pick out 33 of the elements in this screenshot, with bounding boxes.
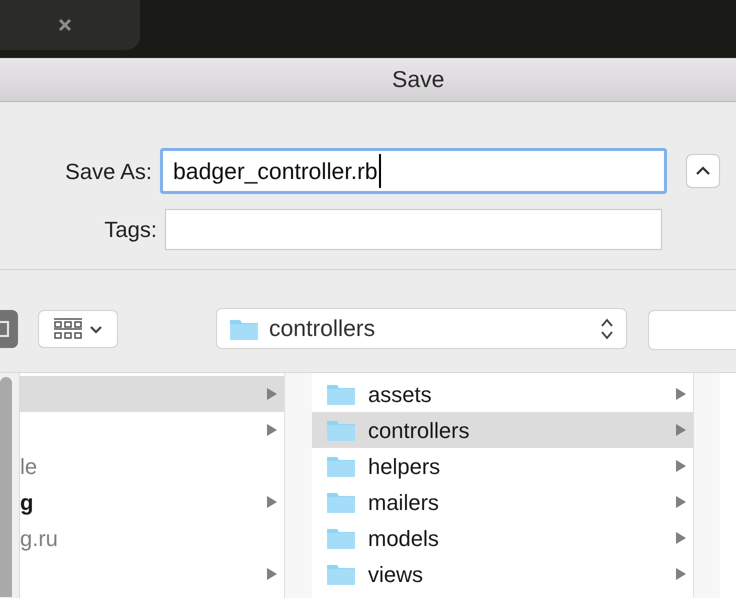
scrollbar[interactable] <box>0 373 20 598</box>
chevron-up-icon <box>695 166 711 176</box>
folder-icon <box>326 526 356 550</box>
new-folder-button[interactable] <box>648 310 736 350</box>
disclosure-arrow-icon <box>675 387 687 401</box>
disclosure-arrow-icon <box>266 423 278 437</box>
folder-icon <box>326 454 356 478</box>
disclosure-arrow-icon <box>675 459 687 473</box>
folder-row[interactable] <box>20 376 284 412</box>
disclosure-arrow-icon <box>675 531 687 545</box>
field-label: Save As: <box>64 158 153 186</box>
folder-icon <box>326 382 356 406</box>
view-mode-button[interactable] <box>38 310 118 348</box>
tags-field[interactable] <box>165 209 662 250</box>
grid-icon <box>53 317 83 341</box>
folder-icon <box>326 418 356 442</box>
disclosure-arrow-icon <box>675 423 687 437</box>
chevron-down-icon <box>89 324 103 334</box>
filename-field[interactable]: badger_controller.rb <box>160 148 667 194</box>
field-label: Tags: <box>103 216 158 244</box>
window-title: Save <box>392 65 444 94</box>
disclosure-arrow-icon <box>266 387 278 401</box>
disclosure-arrow-icon <box>675 567 687 581</box>
folder-row[interactable]: controllers <box>312 412 693 448</box>
location-popup[interactable]: controllers <box>216 308 627 349</box>
close-icon[interactable] <box>58 18 72 32</box>
up-down-chevron-icon <box>600 316 614 340</box>
expand-button[interactable] <box>686 154 720 188</box>
disclosure-arrow-icon <box>266 567 278 581</box>
disclosure-arrow-icon <box>675 495 687 509</box>
folder-icon <box>326 490 356 514</box>
disclosure-arrow-icon <box>266 495 278 509</box>
folder-icon <box>326 562 356 586</box>
